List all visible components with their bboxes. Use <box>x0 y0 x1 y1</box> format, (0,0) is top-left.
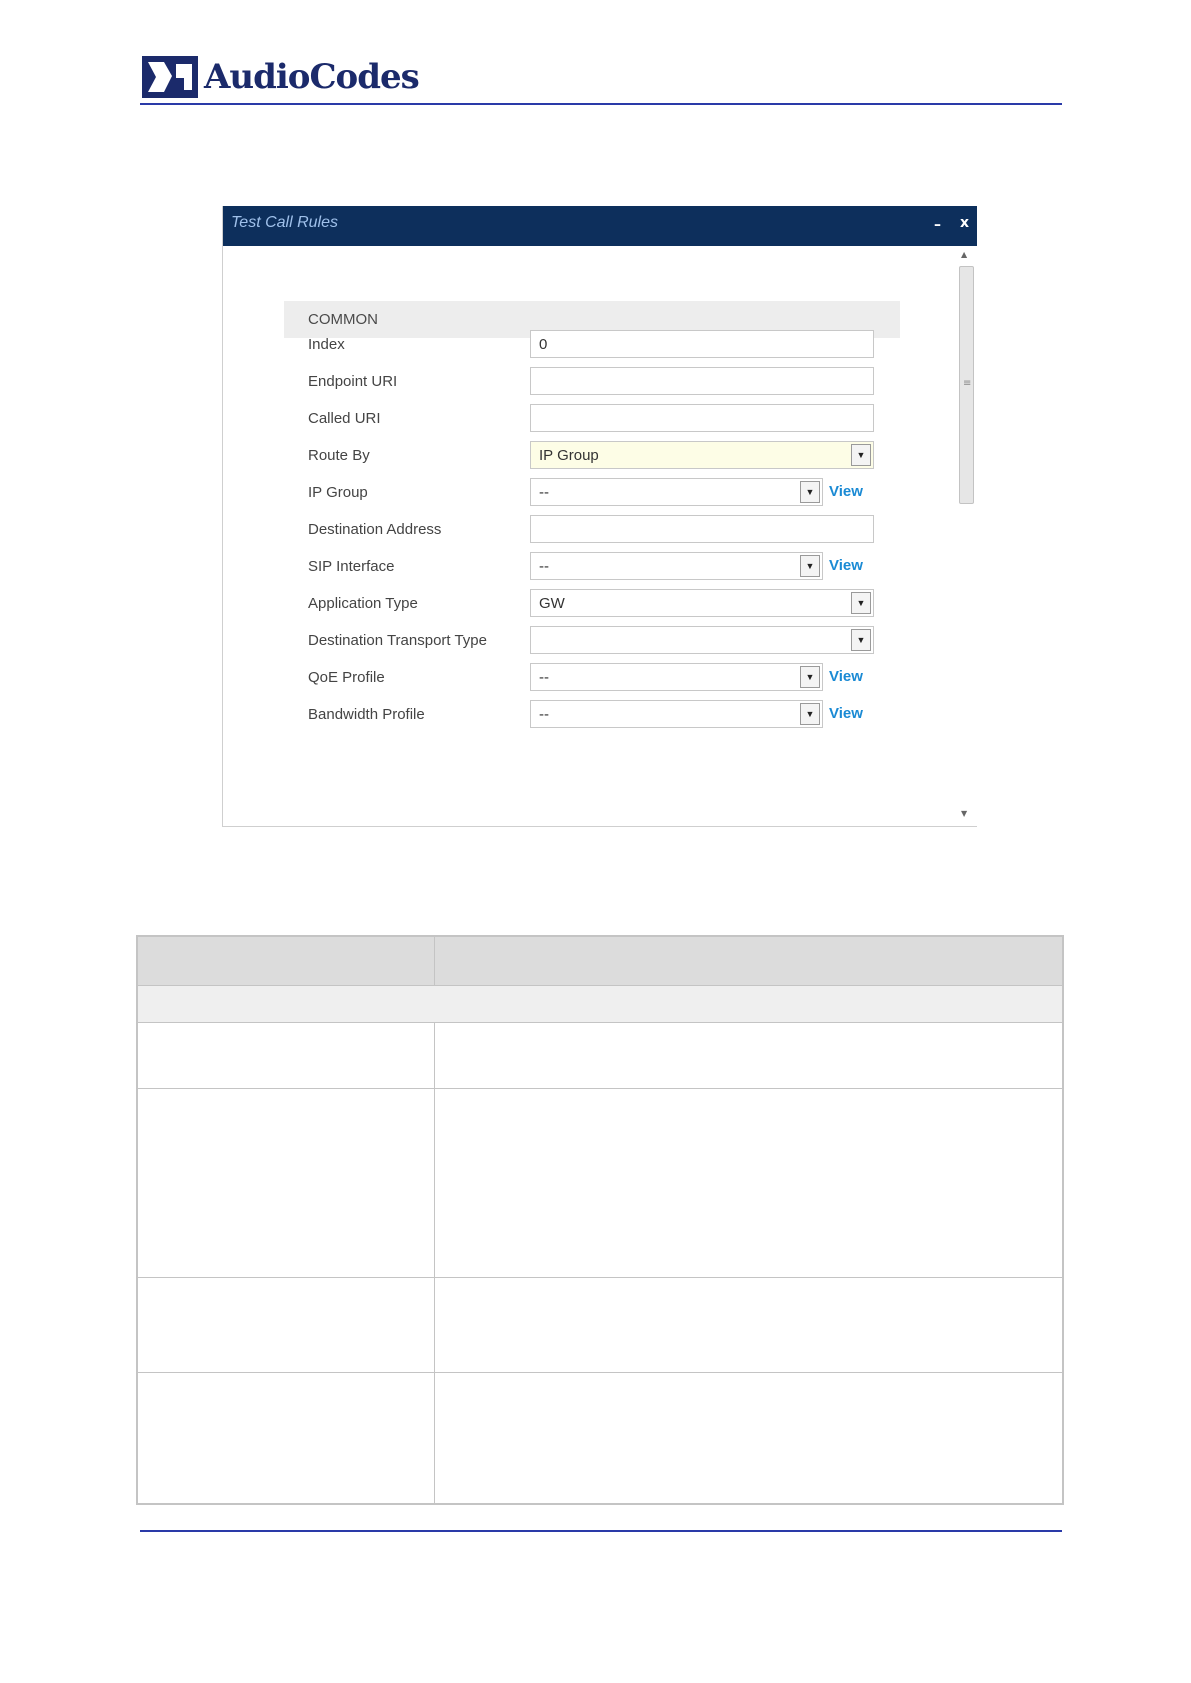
form-row-index: Index 0 <box>223 330 957 360</box>
vertical-scrollbar[interactable]: ▲ ≡ ▼ <box>957 250 975 818</box>
ip-group-view-link[interactable]: View <box>829 483 863 500</box>
parameter-table <box>136 935 1064 1505</box>
select-value: -- <box>539 484 549 501</box>
field-label: IP Group <box>308 484 368 501</box>
table-row <box>138 1089 1062 1278</box>
qoe-profile-view-link[interactable]: View <box>829 668 863 685</box>
form-row-route-by: Route By IP Group ▼ <box>223 441 957 471</box>
qoe-profile-select[interactable]: -- ▼ <box>530 663 823 691</box>
field-label: SIP Interface <box>308 558 395 575</box>
form-row-destination-address: Destination Address <box>223 515 957 545</box>
close-button[interactable]: x <box>960 215 969 231</box>
test-call-rules-dialog: Test Call Rules – x ▲ ≡ ▼ COMMON Index 0… <box>222 206 977 827</box>
field-label: Destination Address <box>308 521 442 538</box>
chevron-down-icon[interactable]: ▼ <box>851 629 871 651</box>
chevron-down-icon[interactable]: ▼ <box>851 444 871 466</box>
application-type-select[interactable]: GW ▼ <box>530 589 874 617</box>
field-label: QoE Profile <box>308 669 385 686</box>
route-by-select[interactable]: IP Group ▼ <box>530 441 874 469</box>
sip-interface-select[interactable]: -- ▼ <box>530 552 823 580</box>
chevron-down-icon[interactable]: ▼ <box>800 481 820 503</box>
table-row <box>138 1278 1062 1373</box>
dialog-title: Test Call Rules <box>231 214 339 231</box>
select-value: -- <box>539 706 549 723</box>
sip-interface-view-link[interactable]: View <box>829 557 863 574</box>
select-value: GW <box>539 595 565 612</box>
chevron-down-icon[interactable]: ▼ <box>800 666 820 688</box>
table-header <box>138 937 1062 986</box>
form-row-application-type: Application Type GW ▼ <box>223 589 957 619</box>
table-row <box>138 1023 1062 1089</box>
chevron-down-icon[interactable]: ▼ <box>851 592 871 614</box>
field-label: Bandwidth Profile <box>308 706 425 723</box>
form-row-endpoint-uri: Endpoint URI <box>223 367 957 397</box>
table-row <box>138 1373 1062 1503</box>
form-row-called-uri: Called URI <box>223 404 957 434</box>
section-label: COMMON <box>308 311 378 328</box>
minimize-button[interactable]: – <box>934 217 941 233</box>
bandwidth-profile-view-link[interactable]: View <box>829 705 863 722</box>
scroll-up-arrow-icon[interactable]: ▲ <box>961 250 967 259</box>
logo-wordmark: AudioCodes <box>204 57 420 97</box>
select-value: IP Group <box>539 447 599 464</box>
select-value: -- <box>539 558 549 575</box>
select-value: -- <box>539 669 549 686</box>
index-input[interactable]: 0 <box>530 330 874 358</box>
field-label: Index <box>308 336 345 353</box>
field-label: Route By <box>308 447 370 464</box>
table-section-row <box>138 986 1062 1023</box>
field-label: Endpoint URI <box>308 373 398 390</box>
form-row-sip-interface: SIP Interface -- ▼ View <box>223 552 957 582</box>
scroll-down-arrow-icon[interactable]: ▼ <box>961 809 967 818</box>
destination-transport-type-select[interactable]: ▼ <box>530 626 874 654</box>
destination-address-input[interactable] <box>530 515 874 543</box>
header-rule <box>140 103 1062 105</box>
form-row-bandwidth-profile: Bandwidth Profile -- ▼ View <box>223 700 957 730</box>
grip-icon: ≡ <box>963 378 972 389</box>
footer-rule <box>140 1530 1062 1532</box>
ip-group-select[interactable]: -- ▼ <box>530 478 823 506</box>
form-row-ip-group: IP Group -- ▼ View <box>223 478 957 508</box>
form-row-destination-transport-type: Destination Transport Type ▼ <box>223 626 957 656</box>
called-uri-input[interactable] <box>530 404 874 432</box>
field-label: Destination Transport Type <box>308 632 487 649</box>
form-row-qoe-profile: QoE Profile -- ▼ View <box>223 663 957 693</box>
dialog-titlebar[interactable]: Test Call Rules – x <box>223 206 977 246</box>
bandwidth-profile-select[interactable]: -- ▼ <box>530 700 823 728</box>
scroll-thumb[interactable]: ≡ <box>959 266 974 504</box>
audiocodes-logo: AudioCodes <box>142 55 420 99</box>
field-label: Called URI <box>308 410 381 427</box>
field-label: Application Type <box>308 595 418 612</box>
chevron-down-icon[interactable]: ▼ <box>800 703 820 725</box>
audiocodes-logo-icon <box>142 56 198 98</box>
chevron-down-icon[interactable]: ▼ <box>800 555 820 577</box>
endpoint-uri-input[interactable] <box>530 367 874 395</box>
